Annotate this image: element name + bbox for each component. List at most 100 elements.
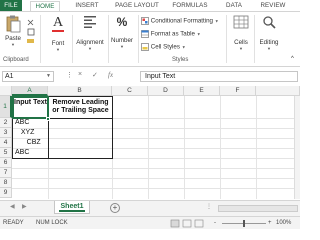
paste-label: Paste (5, 35, 21, 42)
status-ready: READY (3, 220, 24, 226)
font-color-swatch (52, 30, 64, 32)
status-num-lock: NUM LOCK (36, 220, 68, 226)
enter-icon[interactable]: ✓ (92, 71, 98, 79)
select-all-corner[interactable] (0, 86, 12, 96)
collapse-ribbon-icon[interactable]: ^ (291, 56, 294, 62)
status-bar: READY NUM LOCK - + 100% (0, 216, 300, 229)
ribbon-tabs: FILE HOME INSERT PAGE LAYOUT FORMULAS DA… (0, 0, 300, 11)
number-dropdown-icon: ▼ (120, 44, 124, 49)
group-divider (254, 15, 255, 63)
magnifier-icon (263, 16, 276, 29)
paste-dropdown-icon[interactable]: ▼ (2, 42, 24, 47)
paste-button[interactable]: Paste ▼ (2, 15, 24, 47)
cell-a3[interactable]: XYZ (15, 129, 35, 136)
row-header-9[interactable]: 9 (0, 188, 12, 198)
percent-icon: % (116, 15, 128, 29)
vertical-scrollbar[interactable] (294, 96, 300, 199)
alignment-button[interactable]: Alignment ▼ (74, 15, 106, 51)
add-sheet-button[interactable]: + (110, 203, 120, 213)
column-header-next (256, 86, 300, 96)
tab-insert[interactable]: INSERT (72, 1, 102, 11)
column-header-e[interactable]: E (184, 86, 220, 96)
view-buttons (170, 219, 204, 228)
tab-formulas[interactable]: FORMULAS (170, 1, 210, 11)
gridline (12, 168, 300, 169)
clipboard-tools-icon[interactable] (26, 17, 36, 47)
zoom-in-button[interactable]: + (268, 220, 272, 226)
sheet-tab-sheet1[interactable]: Sheet1 (54, 201, 90, 214)
cells-icon (233, 15, 249, 29)
row-header-8[interactable]: 8 (0, 178, 12, 188)
page-break-view-icon (194, 219, 204, 228)
name-box[interactable]: A1 ▼ (2, 71, 54, 82)
gridline (12, 188, 300, 189)
cells-dropdown-icon: ▼ (239, 46, 243, 51)
group-divider (226, 15, 227, 63)
cancel-icon[interactable]: × (78, 71, 82, 78)
zoom-slider-thumb[interactable] (243, 220, 245, 227)
cell-styles-button[interactable]: Cell Styles ▼ (141, 43, 186, 51)
horizontal-scrollbar[interactable] (218, 205, 298, 212)
cell-b1-header[interactable]: Remove Leading or Trailing Space (49, 99, 112, 115)
column-header-d[interactable]: D (148, 86, 184, 96)
cell-a4[interactable]: CBZ (15, 139, 41, 146)
row-header-6[interactable]: 6 (0, 158, 12, 168)
page-layout-view-icon (182, 219, 192, 228)
font-dropdown-icon: ▼ (56, 47, 60, 52)
tab-review[interactable]: REVIEW (256, 1, 290, 11)
sheet-tab-bar: ◀ ▶ Sheet1 + ⋮ (0, 200, 300, 216)
number-button[interactable]: % Number ▼ (108, 15, 136, 49)
row-header-4[interactable]: 4 (0, 138, 12, 148)
cell-styles-icon (141, 43, 149, 51)
format-as-table-dropdown-icon: ▼ (196, 31, 201, 37)
insert-function-icon[interactable]: fx (108, 71, 113, 79)
format-as-table-icon (141, 30, 149, 38)
formula-buttons: ⋮ × ✓ fx (60, 71, 138, 82)
ribbon: Paste ▼ Clipboard A Font ▼ Alignment ▼ %… (0, 11, 300, 67)
column-header-c[interactable]: C (112, 86, 148, 96)
gridline (12, 178, 300, 179)
name-box-dropdown-icon[interactable]: ▼ (46, 72, 51, 81)
row-header-2[interactable]: 2 (0, 118, 12, 128)
editing-button[interactable]: Editing ▼ (256, 15, 282, 51)
column-header-f[interactable]: F (220, 86, 256, 96)
group-divider (72, 15, 73, 63)
format-as-table-label: Format as Table (150, 30, 195, 38)
group-divider (138, 15, 139, 63)
tab-file[interactable]: FILE (0, 0, 22, 11)
scroll-sheets-right-icon[interactable]: ▶ (22, 203, 27, 210)
tab-split-icon[interactable]: ⋮ (206, 203, 212, 210)
conditional-formatting-label: Conditional Formatting (150, 17, 213, 25)
row-header-5[interactable]: 5 (0, 148, 12, 158)
zoom-level[interactable]: 100% (276, 220, 291, 226)
font-button[interactable]: A Font ▼ (48, 15, 68, 52)
name-box-value: A1 (5, 73, 14, 80)
editing-dropdown-icon: ▼ (267, 46, 271, 51)
font-icon: A (52, 15, 64, 30)
conditional-formatting-button[interactable]: Conditional Formatting ▼ (141, 17, 219, 25)
column-header-b[interactable]: B (48, 86, 112, 96)
clipboard-group-label: Clipboard (3, 57, 29, 63)
alignment-icon (84, 16, 96, 28)
cell-a2[interactable]: ABC (15, 119, 29, 126)
scroll-sheets-left-icon[interactable]: ◀ (10, 203, 15, 210)
tab-home[interactable]: HOME (30, 1, 60, 11)
row-header-3[interactable]: 3 (0, 128, 12, 138)
tab-data[interactable]: DATA (222, 1, 246, 11)
worksheet-grid[interactable]: A B C D E F 1 2 3 4 5 6 7 8 9 Input Text… (0, 86, 300, 199)
row-header-7[interactable]: 7 (0, 168, 12, 178)
formula-input[interactable]: Input Text (140, 71, 298, 82)
formula-bar: A1 ▼ ⋮ × ✓ fx Input Text (0, 69, 300, 84)
cell-styles-dropdown-icon: ▼ (181, 44, 186, 50)
active-cell-selection (12, 96, 49, 119)
normal-view-icon (170, 219, 180, 228)
row-header-1[interactable]: 1 (0, 96, 12, 118)
cells-button[interactable]: Cells ▼ (230, 15, 252, 51)
tab-page-layout[interactable]: PAGE LAYOUT (110, 1, 164, 11)
cell-a5[interactable]: ABC (15, 149, 29, 156)
format-as-table-button[interactable]: Format as Table ▼ (141, 30, 201, 38)
fill-handle[interactable] (46, 117, 50, 121)
zoom-out-button[interactable]: - (214, 220, 216, 226)
column-header-a[interactable]: A (12, 86, 48, 96)
cells-label: Cells (234, 39, 248, 46)
